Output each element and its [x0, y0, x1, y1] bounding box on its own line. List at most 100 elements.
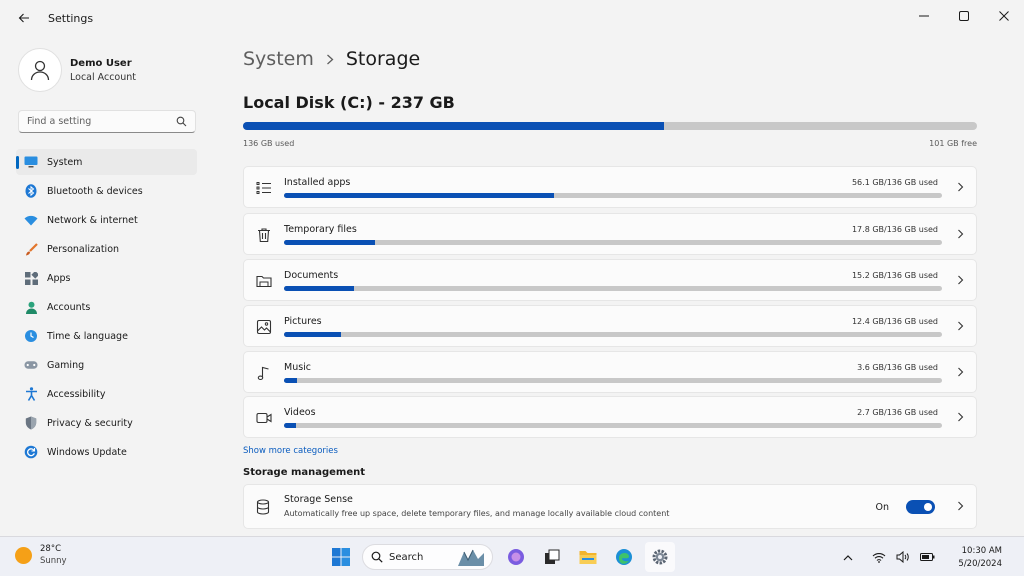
gear-icon — [652, 549, 668, 565]
update-icon — [24, 445, 38, 459]
close-button[interactable] — [984, 0, 1024, 32]
user-profile[interactable]: Demo User Local Account — [18, 48, 136, 92]
storage-sense-title: Storage Sense — [284, 494, 353, 505]
category-size: 3.6 GB/136 GB used — [857, 363, 938, 372]
video-icon — [256, 412, 272, 424]
settings-app-button[interactable] — [645, 542, 675, 572]
category-usage-bar — [284, 286, 942, 291]
search-input[interactable] — [19, 116, 169, 127]
sidebar-item-gaming[interactable]: Gaming — [16, 352, 197, 378]
maximize-button[interactable] — [944, 0, 984, 32]
image-icon — [256, 319, 272, 335]
sidebar-item-label: Gaming — [47, 359, 85, 371]
category-installed-apps[interactable]: Installed apps 56.1 GB/136 GB used — [243, 166, 977, 208]
apps-icon — [24, 271, 38, 285]
sidebar-item-privacy[interactable]: Privacy & security — [16, 410, 197, 436]
chevron-right-icon — [958, 501, 964, 511]
sidebar-item-bluetooth[interactable]: Bluetooth & devices — [16, 178, 197, 204]
task-view-button[interactable] — [537, 542, 567, 572]
system-tray: 10:30 AM 5/20/2024 — [838, 537, 1024, 576]
sidebar-item-accessibility[interactable]: Accessibility — [16, 381, 197, 407]
shield-icon — [24, 416, 38, 430]
breadcrumb-system[interactable]: System — [243, 48, 314, 70]
weather-temperature: 28°C — [40, 544, 62, 554]
sidebar-item-apps[interactable]: Apps — [16, 265, 197, 291]
minimize-button[interactable] — [904, 0, 944, 32]
category-label: Installed apps — [284, 177, 351, 188]
edge-browser-button[interactable] — [609, 542, 639, 572]
taskbar-search[interactable]: Search — [362, 544, 493, 570]
sidebar-item-network[interactable]: Network & internet — [16, 207, 197, 233]
sidebar-item-system[interactable]: System — [16, 149, 197, 175]
chevron-right-icon — [958, 229, 964, 239]
chevron-right-icon — [958, 412, 964, 422]
category-usage-fill — [284, 378, 298, 383]
back-button[interactable] — [12, 6, 36, 30]
category-music[interactable]: Music 3.6 GB/136 GB used — [243, 351, 977, 393]
battery-icon[interactable] — [920, 552, 935, 562]
volume-icon[interactable] — [896, 551, 910, 563]
sidebar-item-personalization[interactable]: Personalization — [16, 236, 197, 262]
accessibility-icon — [24, 387, 38, 401]
profile-account-type: Local Account — [70, 71, 136, 83]
category-label: Temporary files — [284, 224, 357, 235]
toggle-knob — [924, 503, 932, 511]
disk-used-label: 136 GB used — [243, 139, 295, 148]
arrow-left-icon — [18, 13, 29, 23]
window-title: Settings — [48, 11, 94, 25]
disk-usage-fill — [243, 122, 665, 130]
sidebar-item-label: Personalization — [47, 243, 120, 255]
taskbar: 28°C Sunny Search 10:30 AM 5/20/2024 — [0, 536, 1024, 576]
brush-icon — [24, 242, 38, 256]
taskbar-clock[interactable]: 10:30 AM 5/20/2024 — [958, 546, 1002, 569]
category-temporary-files[interactable]: Temporary files 17.8 GB/136 GB used — [243, 213, 977, 255]
chevron-up-icon[interactable] — [843, 554, 853, 561]
search-icon — [371, 551, 383, 563]
chevron-right-icon — [326, 54, 334, 65]
avatar — [18, 48, 62, 92]
storage-sense-toggle[interactable] — [906, 500, 935, 514]
search-icon[interactable] — [176, 116, 187, 127]
sidebar-item-label: Accounts — [47, 301, 91, 313]
sidebar-item-accounts[interactable]: Accounts — [16, 294, 197, 320]
minimize-icon — [919, 15, 929, 17]
category-label: Documents — [284, 270, 339, 281]
storage-sense-row[interactable]: Storage Sense Automatically free up spac… — [243, 484, 977, 529]
show-more-categories-link[interactable]: Show more categories — [243, 446, 338, 456]
folder-icon — [579, 551, 597, 564]
drive-stack-icon — [256, 499, 270, 515]
start-button[interactable] — [326, 542, 356, 572]
monitor-icon — [24, 155, 38, 169]
category-usage-fill — [284, 286, 354, 291]
category-pictures[interactable]: Pictures 12.4 GB/136 GB used — [243, 305, 977, 347]
category-usage-fill — [284, 332, 341, 337]
category-size: 12.4 GB/136 GB used — [851, 317, 938, 326]
category-documents[interactable]: Documents 15.2 GB/136 GB used — [243, 259, 977, 301]
trash-icon — [258, 228, 270, 243]
search-highlight-icon — [458, 549, 484, 566]
copilot-button[interactable] — [501, 542, 531, 572]
chevron-right-icon — [958, 182, 964, 192]
file-explorer-button[interactable] — [573, 542, 603, 572]
sidebar-item-time-language[interactable]: Time & language — [16, 323, 197, 349]
task-view-icon — [545, 549, 560, 564]
sidebar-item-label: Bluetooth & devices — [47, 185, 143, 197]
category-usage-bar — [284, 423, 942, 428]
chevron-right-icon — [958, 275, 964, 285]
person-icon — [24, 300, 38, 314]
window-controls — [904, 0, 1024, 32]
category-usage-fill — [284, 240, 375, 245]
title-bar: Settings — [0, 0, 1024, 36]
category-usage-bar — [284, 332, 942, 337]
windows-logo-icon — [332, 548, 350, 566]
settings-search[interactable] — [18, 110, 196, 133]
weather-condition: Sunny — [40, 556, 67, 566]
sidebar-item-windows-update[interactable]: Windows Update — [16, 439, 197, 465]
weather-widget[interactable]: 28°C Sunny — [15, 544, 67, 566]
wifi-icon[interactable] — [872, 552, 886, 563]
category-usage-fill — [284, 423, 296, 428]
category-usage-bar — [284, 378, 942, 383]
disk-usage-bar — [243, 122, 977, 130]
category-videos[interactable]: Videos 2.7 GB/136 GB used — [243, 396, 977, 438]
category-size: 2.7 GB/136 GB used — [857, 408, 938, 417]
